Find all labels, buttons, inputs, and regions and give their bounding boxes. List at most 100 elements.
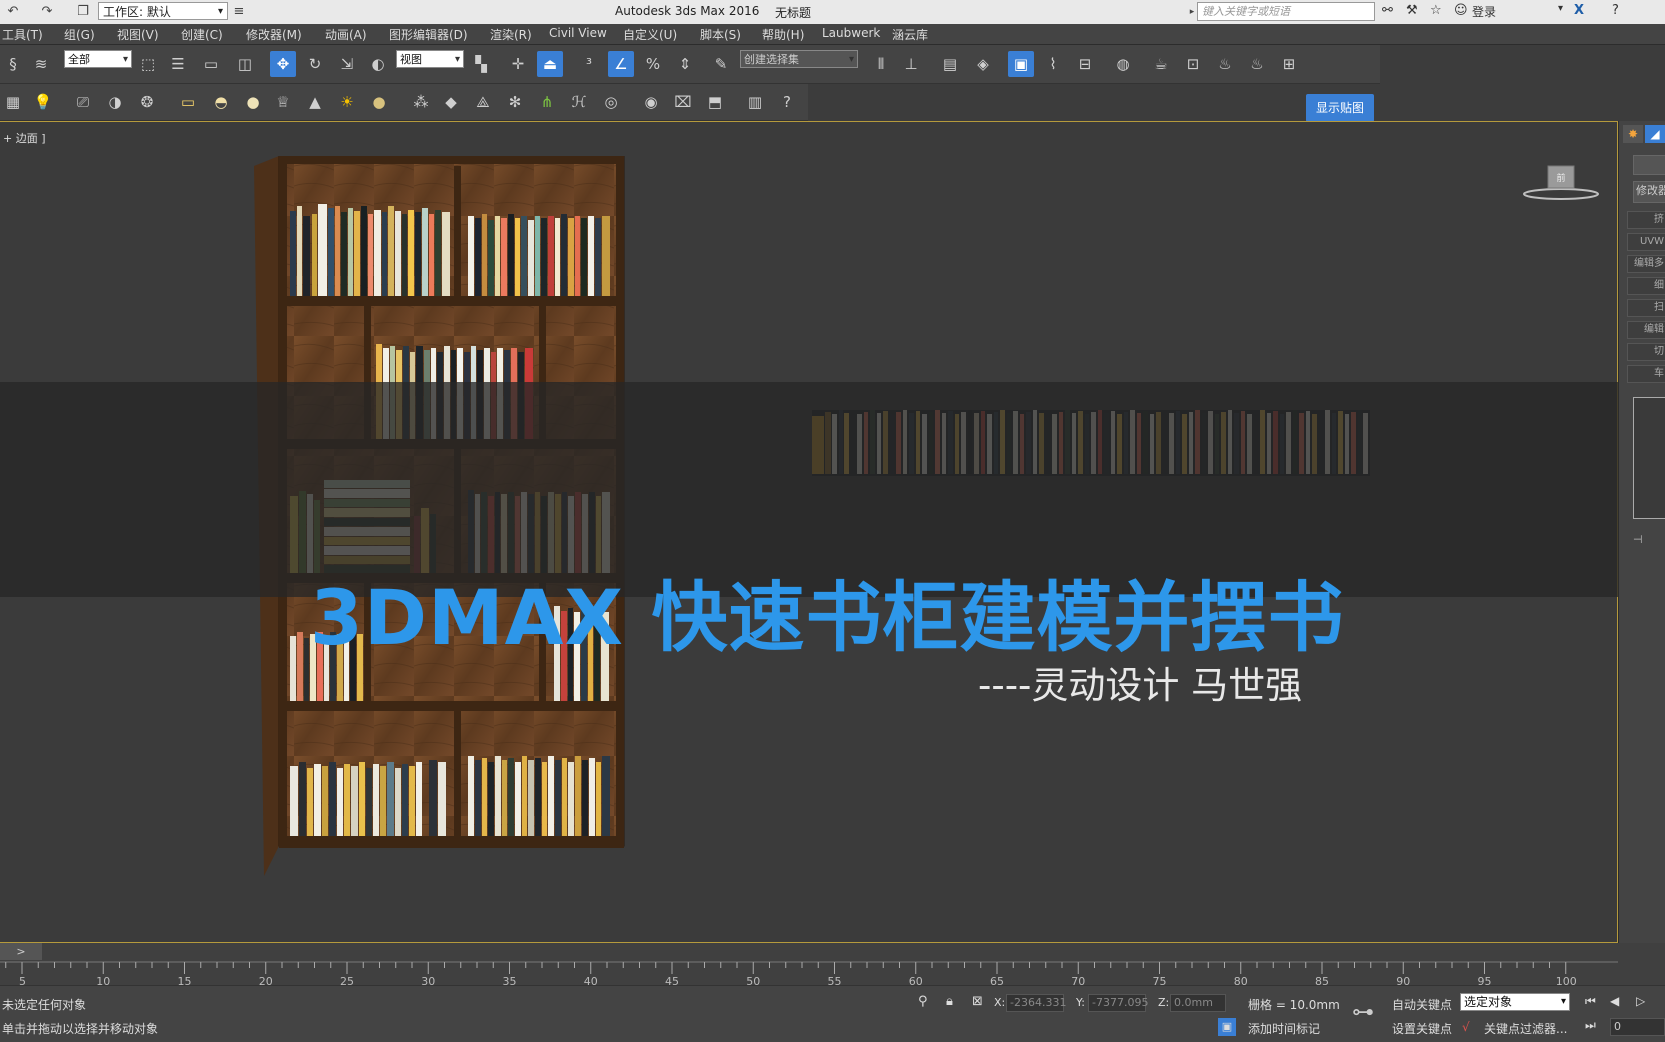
menu-hanyun-library[interactable]: 涵云库 <box>892 26 928 43</box>
absolute-mode-icon[interactable]: ⊠ <box>972 994 983 1009</box>
rectangular-region-icon[interactable]: ▭ <box>198 51 224 77</box>
mesh-light-icon[interactable]: ♕ <box>270 89 296 115</box>
play-icon[interactable]: ▷ <box>1636 994 1645 1008</box>
menu-create[interactable]: 创建(C) <box>181 26 223 43</box>
percent-snap-icon[interactable]: % <box>640 51 666 77</box>
menu-scripting[interactable]: 脚本(S) <box>700 26 741 43</box>
pin-stack-icon[interactable]: ⊣ <box>1633 533 1643 546</box>
hair-farm-icon[interactable]: ℋ <box>566 89 592 115</box>
object-name-field[interactable] <box>1633 155 1665 175</box>
mirror-icon[interactable]: ⫴ <box>868 51 894 77</box>
toggle-scene-explorer-icon[interactable]: ▤ <box>937 51 963 77</box>
key-mode-toggle-icon[interactable]: ⏭ <box>1585 1018 1596 1033</box>
render-iterative-icon[interactable]: ♨ <box>1244 51 1270 77</box>
y-coordinate-field[interactable]: -7377.095 <box>1088 994 1148 1012</box>
exchange-x-icon[interactable]: X <box>1574 3 1584 18</box>
create-tab-icon[interactable]: ✸ <box>1623 125 1643 143</box>
x-coordinate-field[interactable]: -2364.331 <box>1006 994 1066 1012</box>
toggle-layer-explorer-icon[interactable]: ◈ <box>970 51 996 77</box>
viewcube-icon[interactable]: 前 <box>1522 162 1600 202</box>
modifier-stack-list[interactable] <box>1633 397 1665 519</box>
rendered-frame-window-icon[interactable]: ⊡ <box>1180 51 1206 77</box>
dome-light-icon[interactable]: ◓ <box>208 89 234 115</box>
proxy-icon[interactable]: ◆ <box>438 89 464 115</box>
spot-light-icon[interactable]: ▲ <box>302 89 328 115</box>
key-selection-dropdown[interactable]: 选定对象 <box>1460 993 1570 1011</box>
sun-sky-icon[interactable]: ❂ <box>134 89 160 115</box>
menu-civil-view[interactable]: Civil View <box>549 26 607 40</box>
selection-filter-dropdown[interactable]: 全部 <box>64 50 132 69</box>
reference-coordinate-dropdown[interactable]: 视图 <box>396 50 464 69</box>
modifier-button-extrude[interactable]: 挤 <box>1627 211 1665 229</box>
go-to-start-icon[interactable]: ⏮ <box>1585 994 1596 1009</box>
key-filters-button[interactable]: 关键点过滤器... <box>1484 1020 1567 1037</box>
align-icon[interactable]: ⊥ <box>898 51 924 77</box>
z-coordinate-field[interactable]: 0.0mm <box>1170 994 1226 1012</box>
menu-animation[interactable]: 动画(A) <box>325 26 367 43</box>
menu-rendering[interactable]: 渲染(R) <box>490 26 532 43</box>
modifier-list-dropdown[interactable]: 修改器 <box>1633 181 1665 203</box>
quick-access-menu-icon[interactable]: ≡ <box>230 3 248 21</box>
render-environment-icon[interactable]: ⊞ <box>1276 51 1302 77</box>
viewport-label[interactable]: + 边面 ] <box>3 130 46 146</box>
show-map-button[interactable]: 显示贴图 <box>1306 94 1374 122</box>
select-rotate-icon[interactable]: ↻ <box>302 51 328 77</box>
multiscatter-icon[interactable]: ◎ <box>598 89 624 115</box>
material-editor-icon[interactable]: ◍ <box>1110 51 1136 77</box>
select-object-icon[interactable]: ⬚ <box>135 51 161 77</box>
material-ball-icon[interactable]: ◉ <box>638 89 664 115</box>
undo-icon[interactable]: ↶ <box>4 3 22 21</box>
subscription-icon[interactable]: ⚒ <box>1406 3 1418 18</box>
menu-graph-editors[interactable]: 图形编辑器(D) <box>389 26 468 43</box>
modifier-button-uvw[interactable]: UVW <box>1627 233 1665 251</box>
menu-modifiers[interactable]: 修改器(M) <box>246 26 302 43</box>
toggle-ribbon-icon[interactable]: ▣ <box>1008 51 1034 77</box>
frame-buffer-icon[interactable]: ⌧ <box>670 89 696 115</box>
render-vray-icon[interactable]: ⬒ <box>702 89 728 115</box>
render-setup-icon[interactable]: ☕ <box>1148 51 1174 77</box>
redo-icon[interactable]: ↷ <box>38 3 56 21</box>
set-key-button[interactable]: 设置关键点 <box>1392 1020 1452 1037</box>
curve-editor-icon[interactable]: ⌇ <box>1040 51 1066 77</box>
ies-light-icon[interactable]: ◑ <box>102 89 128 115</box>
modifier-button-sweep[interactable]: 扫 <box>1627 299 1665 317</box>
plane-light-icon[interactable]: ▭ <box>175 89 201 115</box>
grass-icon[interactable]: ⋔ <box>534 89 560 115</box>
menu-customize[interactable]: 自定义(U) <box>623 26 677 43</box>
time-tag-icon[interactable]: ▣ <box>1218 1018 1236 1036</box>
search-input[interactable]: 键入关键字或短语 <box>1197 2 1375 21</box>
plane-object-icon[interactable]: ⟁ <box>470 89 496 115</box>
select-place-icon[interactable]: ◐ <box>365 51 391 77</box>
link-icon[interactable]: § <box>0 51 26 77</box>
time-slider[interactable]: > <box>0 943 42 960</box>
previous-frame-icon[interactable]: ◀ <box>1610 994 1619 1008</box>
pin-icon[interactable]: ⚲ <box>918 994 928 1009</box>
auto-key-button[interactable]: 自动关键点 <box>1392 996 1452 1013</box>
keyboard-shortcut-toggle-icon[interactable]: ⏏ <box>537 51 563 77</box>
binoculars-icon[interactable]: ⚯ <box>1382 3 1393 18</box>
login-dropdown-icon[interactable]: ▾ <box>1558 3 1563 14</box>
track-bar-ruler[interactable] <box>0 960 1618 985</box>
menu-group[interactable]: 组(G) <box>64 26 95 43</box>
schematic-view-icon[interactable]: ⊟ <box>1072 51 1098 77</box>
sphere-light-icon[interactable]: ● <box>240 89 266 115</box>
window-crossing-icon[interactable]: ◫ <box>232 51 258 77</box>
spinner-snap-icon[interactable]: ⇕ <box>672 51 698 77</box>
pivot-center-icon[interactable]: ▚ <box>468 51 494 77</box>
project-folder-icon[interactable]: ❐ <box>74 3 92 21</box>
edit-named-selection-icon[interactable]: ✎ <box>708 51 734 77</box>
unlink-icon[interactable]: ≋ <box>28 51 54 77</box>
favorites-star-icon[interactable]: ☆ <box>1430 3 1442 18</box>
select-manipulate-icon[interactable]: ✛ <box>505 51 531 77</box>
menu-views[interactable]: 视图(V) <box>117 26 159 43</box>
select-by-name-icon[interactable]: ☰ <box>165 51 191 77</box>
add-time-tag-button[interactable]: 添加时间标记 <box>1248 1020 1320 1037</box>
light-lister-icon[interactable]: 💡 <box>30 89 56 115</box>
set-key-icon[interactable]: ⊶ <box>1352 1000 1374 1025</box>
menu-laubwerk[interactable]: Laubwerk <box>822 26 880 40</box>
modifier-button-lathe[interactable]: 车 <box>1627 365 1665 383</box>
modifier-button-slice[interactable]: 切 <box>1627 343 1665 361</box>
login-button[interactable]: 登录 <box>1472 3 1496 20</box>
menu-tools[interactable]: 工具(T) <box>2 26 43 43</box>
camera-icon[interactable]: ⎚ <box>70 89 96 115</box>
